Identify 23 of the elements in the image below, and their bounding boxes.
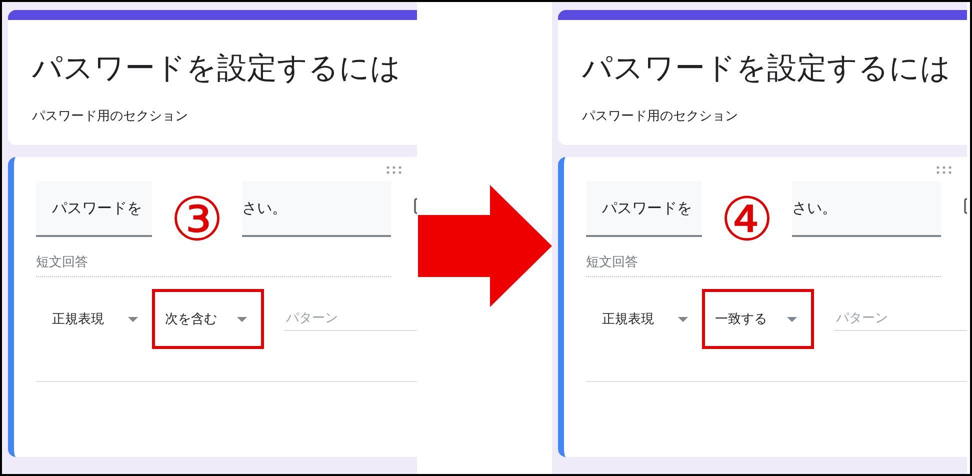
drag-handle-icon[interactable] — [386, 166, 402, 174]
question-text: パスワードを — [52, 198, 143, 218]
answer-field[interactable]: 短文回答 — [36, 251, 391, 277]
caret-icon — [237, 316, 247, 322]
form-description: パスワード用のセクション — [32, 108, 189, 125]
validation-type-dropdown[interactable]: 正規表現 — [36, 289, 152, 349]
validation-type-dropdown[interactable]: 正規表現 — [586, 289, 702, 349]
arrow-icon — [418, 185, 552, 307]
caret-icon — [128, 316, 138, 322]
pattern-field[interactable]: パターン — [834, 307, 967, 331]
question-text: さい。 — [792, 198, 837, 218]
form-title: パスワードを設定するには — [582, 50, 952, 88]
condition-dropdown[interactable]: 次を含む — [152, 289, 264, 349]
question-text: パスワードを — [602, 198, 693, 218]
pattern-field[interactable]: パターン — [284, 307, 417, 331]
caret-icon — [787, 316, 797, 322]
drag-handle-icon[interactable] — [936, 166, 952, 174]
form-title: パスワードを設定するには — [32, 50, 402, 88]
form-description: パスワード用のセクション — [582, 108, 739, 125]
answer-field[interactable]: 短文回答 — [586, 251, 941, 277]
question-text: さい。 — [242, 198, 287, 218]
condition-dropdown[interactable]: 一致する — [702, 289, 814, 349]
caret-icon — [678, 316, 688, 322]
